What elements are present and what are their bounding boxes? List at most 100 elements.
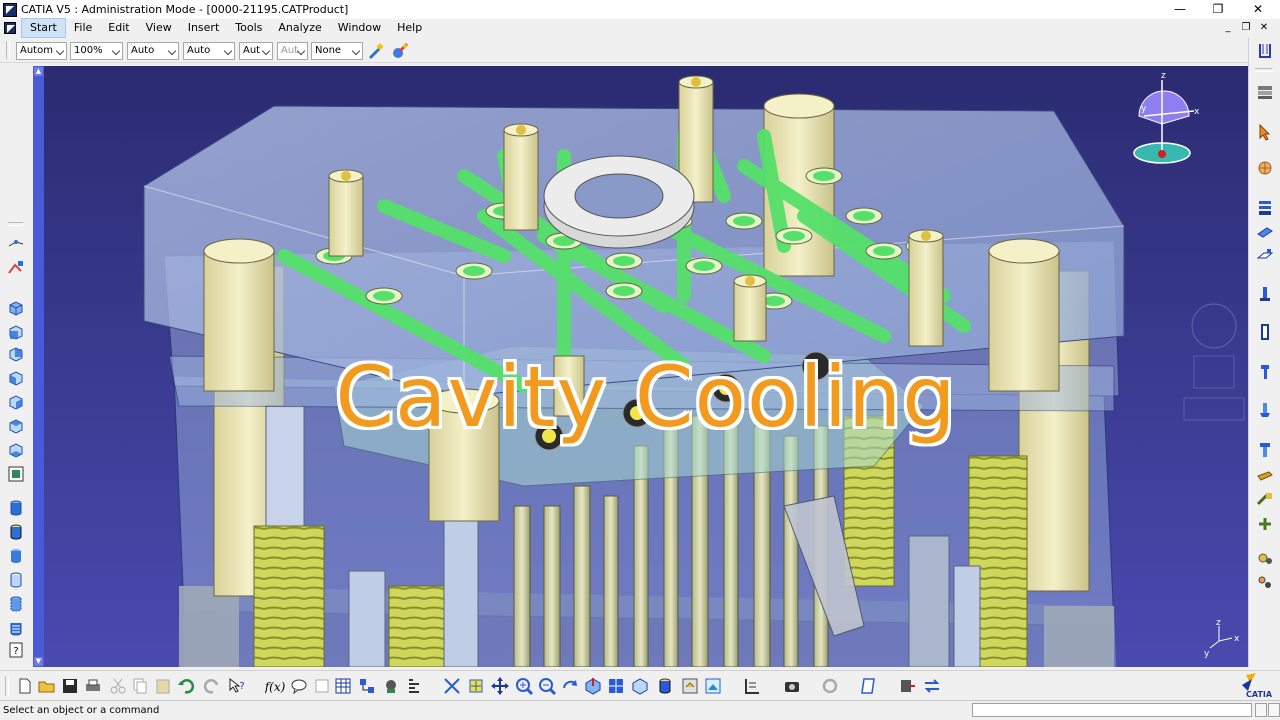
leader-pin-icon[interactable] (1255, 362, 1275, 382)
thickness-select[interactable]: Aut (239, 42, 273, 60)
toolbar-grip[interactable] (6, 41, 10, 59)
scroll-up-icon[interactable]: ▲ (34, 67, 43, 76)
toolbar-grip-icon[interactable] (1255, 41, 1275, 61)
snapshot-icon[interactable] (782, 676, 802, 696)
baffle-icon[interactable] (1255, 514, 1275, 534)
power-input-button-1[interactable] (1255, 703, 1267, 717)
cooling-channel-icon[interactable] (1255, 440, 1275, 460)
swap-visible-icon[interactable] (680, 676, 700, 696)
fit-all-icon[interactable] (442, 676, 462, 696)
open-icon[interactable] (37, 676, 57, 696)
zoom-select[interactable]: 100% (70, 42, 123, 60)
tree-scrollbar[interactable]: ▲ ▼ (33, 66, 44, 667)
view-front-icon[interactable] (6, 322, 26, 342)
catia-app-icon[interactable] (3, 2, 17, 17)
power-input-button-2[interactable] (1268, 703, 1280, 717)
zoom-out-icon[interactable] (537, 676, 557, 696)
fitting-icon[interactable] (1255, 468, 1275, 488)
plate-icon[interactable] (1255, 198, 1275, 218)
menu-window[interactable]: Window (330, 19, 389, 37)
document-icon[interactable] (4, 22, 16, 34)
hidden-lines-icon[interactable] (6, 594, 26, 614)
rotate-icon[interactable] (490, 676, 510, 696)
help-icon[interactable]: ? (6, 640, 26, 660)
catalog-icon[interactable] (1255, 158, 1275, 178)
linetype-select[interactable]: Auto (183, 42, 235, 60)
product-structure-icon[interactable] (357, 676, 377, 696)
menu-help[interactable]: Help (389, 19, 430, 37)
close-button[interactable]: ✕ (1238, 0, 1278, 19)
manipulate-icon[interactable] (922, 676, 942, 696)
toolbar-grip[interactable] (1255, 68, 1273, 72)
color-select[interactable]: Auto (127, 42, 179, 60)
sprue-icon[interactable] (1255, 322, 1275, 342)
graphic-mode-select[interactable]: Autom (16, 42, 67, 60)
copy-icon[interactable] (130, 676, 150, 696)
scroll-down-icon[interactable]: ▼ (34, 657, 43, 666)
sketch-icon[interactable] (859, 676, 879, 696)
ejector-pin-icon[interactable] (1255, 284, 1275, 304)
paste-icon[interactable] (153, 676, 173, 696)
layer-select[interactable]: None (311, 42, 363, 60)
3d-viewport[interactable]: z x y z x y Cavity Cooling (44, 66, 1248, 667)
undo-icon[interactable] (176, 676, 196, 696)
wireframe-icon[interactable] (6, 570, 26, 590)
quick-view-icon[interactable] (606, 676, 626, 696)
named-views-icon[interactable] (6, 464, 26, 484)
whats-this-icon[interactable]: ? (227, 676, 247, 696)
mold-base-icon[interactable] (1255, 82, 1275, 102)
fly-mode-icon[interactable] (405, 676, 425, 696)
shading-no-edges-icon[interactable] (6, 546, 26, 566)
view-right-icon[interactable] (6, 392, 26, 412)
painter-icon[interactable] (366, 41, 386, 61)
menu-start[interactable]: Start (21, 18, 66, 38)
toolbar-grip[interactable] (8, 222, 24, 226)
view-left-icon[interactable] (6, 368, 26, 388)
doc-close-button[interactable]: ✕ (1256, 19, 1272, 37)
point-select[interactable]: Aut (277, 42, 308, 60)
apply-material-icon[interactable] (703, 676, 723, 696)
shading-icon[interactable] (6, 498, 26, 518)
table-icon[interactable] (333, 676, 353, 696)
toolbar-grip[interactable] (5, 676, 9, 696)
clash-icon[interactable] (742, 676, 762, 696)
doc-restore-button[interactable]: ❐ (1238, 19, 1254, 37)
view-back-icon[interactable] (6, 344, 26, 364)
bushing-icon[interactable] (1255, 400, 1275, 420)
menu-file[interactable]: File (66, 19, 100, 37)
update-icon[interactable] (820, 676, 840, 696)
properties-brush-icon[interactable] (390, 41, 410, 61)
analysis-icon[interactable] (6, 258, 26, 278)
print-icon[interactable] (83, 676, 103, 696)
catalog-browser-icon[interactable] (381, 676, 401, 696)
comment-icon[interactable] (289, 676, 309, 696)
save-icon[interactable] (60, 676, 80, 696)
new-icon[interactable] (15, 676, 35, 696)
menu-edit[interactable]: Edit (100, 19, 137, 37)
view-iso-icon[interactable] (6, 298, 26, 318)
water-connector-icon[interactable] (1255, 548, 1275, 568)
minimize-button[interactable]: — (1160, 0, 1200, 19)
menu-view[interactable]: View (138, 19, 180, 37)
slider-icon[interactable] (1255, 222, 1275, 242)
pan-icon[interactable] (466, 676, 486, 696)
shading-edges-icon[interactable] (6, 522, 26, 542)
redo-icon[interactable] (202, 676, 222, 696)
knowledge-icon[interactable] (312, 676, 332, 696)
menu-tools[interactable]: Tools (227, 19, 270, 37)
view-top-icon[interactable] (6, 416, 26, 436)
zoom-in-icon[interactable] (514, 676, 534, 696)
menu-analyze[interactable]: Analyze (270, 19, 329, 37)
view-mode-icon[interactable] (630, 676, 650, 696)
cut-icon[interactable] (108, 676, 128, 696)
core-icon[interactable] (1255, 244, 1275, 264)
custom-view-icon[interactable] (6, 618, 26, 638)
formula-icon[interactable]: f(x) (265, 676, 285, 696)
menu-insert[interactable]: Insert (180, 19, 228, 37)
rotate-view-icon[interactable] (560, 676, 580, 696)
drill-icon[interactable] (1255, 490, 1275, 510)
normal-view-icon[interactable] (583, 676, 603, 696)
restore-button[interactable]: ❐ (1198, 0, 1238, 19)
plug-icon[interactable] (1255, 572, 1275, 592)
view-bottom-icon[interactable] (6, 440, 26, 460)
